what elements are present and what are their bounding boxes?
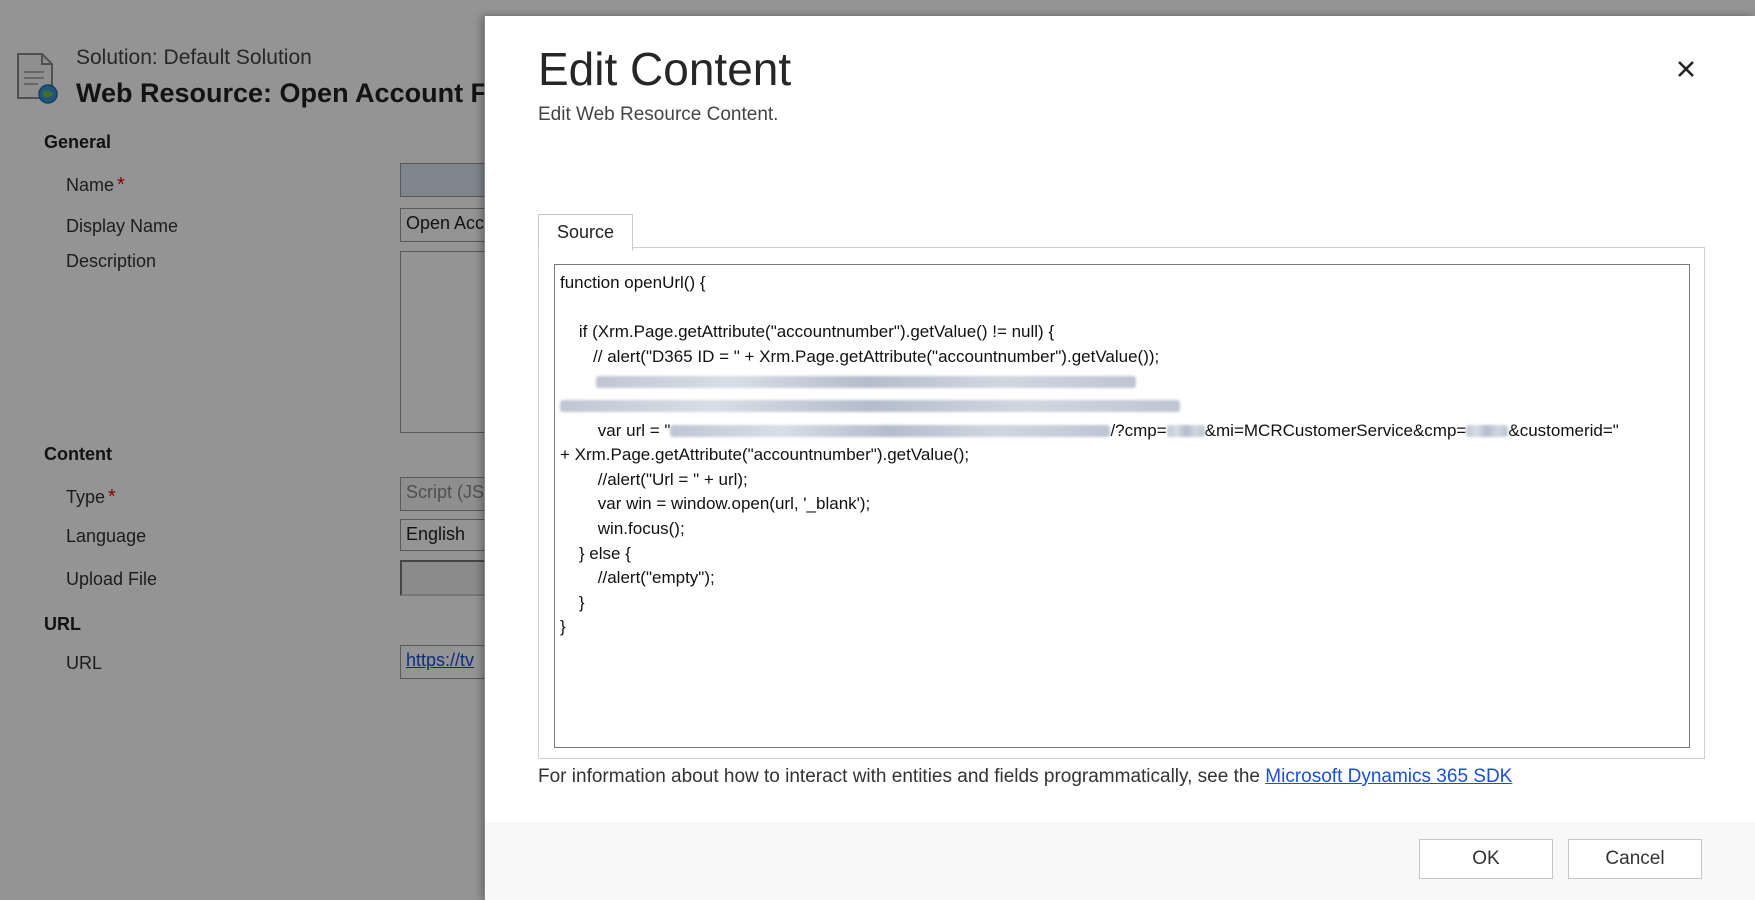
cancel-button[interactable]: Cancel bbox=[1568, 839, 1702, 879]
code-line: //alert("Url = " + url); bbox=[560, 469, 748, 489]
code-line-redacted bbox=[560, 394, 1684, 419]
info-text: For information about how to interact wi… bbox=[538, 766, 1513, 787]
code-line: // alert("D365 ID = " + Xrm.Page.getAttr… bbox=[560, 346, 1160, 366]
editor-frame: function openUrl() { if (Xrm.Page.getAtt… bbox=[538, 247, 1705, 759]
code-line: } else { bbox=[560, 543, 631, 563]
tab-bar: Source bbox=[538, 214, 634, 251]
code-line: win.focus(); bbox=[560, 518, 685, 538]
dialog-title: Edit Content bbox=[538, 43, 792, 95]
code-line: } bbox=[560, 592, 585, 612]
redacted-text bbox=[1166, 425, 1205, 438]
code-line: var url = "/?cmp= &mi=MCRCustomerService&… bbox=[560, 420, 1619, 440]
code-line: if (Xrm.Page.getAttribute("accountnumber… bbox=[560, 322, 1055, 342]
code-line-redacted bbox=[560, 369, 1684, 394]
redacted-text bbox=[596, 375, 1136, 388]
redacted-text bbox=[1466, 425, 1509, 438]
edit-content-dialog: Edit Content Edit Web Resource Content. … bbox=[484, 16, 1755, 900]
sdk-link[interactable]: Microsoft Dynamics 365 SDK bbox=[1265, 766, 1512, 787]
code-editor[interactable]: function openUrl() { if (Xrm.Page.getAtt… bbox=[554, 264, 1690, 748]
tab-source[interactable]: Source bbox=[538, 214, 634, 251]
close-button[interactable] bbox=[1669, 52, 1703, 86]
redacted-text bbox=[670, 425, 1111, 438]
code-line: //alert("empty"); bbox=[560, 568, 715, 588]
dialog-footer: OK Cancel bbox=[485, 822, 1755, 900]
dialog-subtitle: Edit Web Resource Content. bbox=[538, 104, 779, 125]
code-line: var win = window.open(url, '_blank'); bbox=[560, 494, 871, 514]
ok-button[interactable]: OK bbox=[1419, 839, 1553, 879]
redacted-text bbox=[560, 400, 1180, 413]
code-line: + Xrm.Page.getAttribute("accountnumber")… bbox=[560, 445, 970, 465]
close-icon bbox=[1678, 61, 1694, 77]
code-line: function openUrl() { bbox=[560, 273, 706, 292]
code-line: } bbox=[560, 617, 566, 637]
